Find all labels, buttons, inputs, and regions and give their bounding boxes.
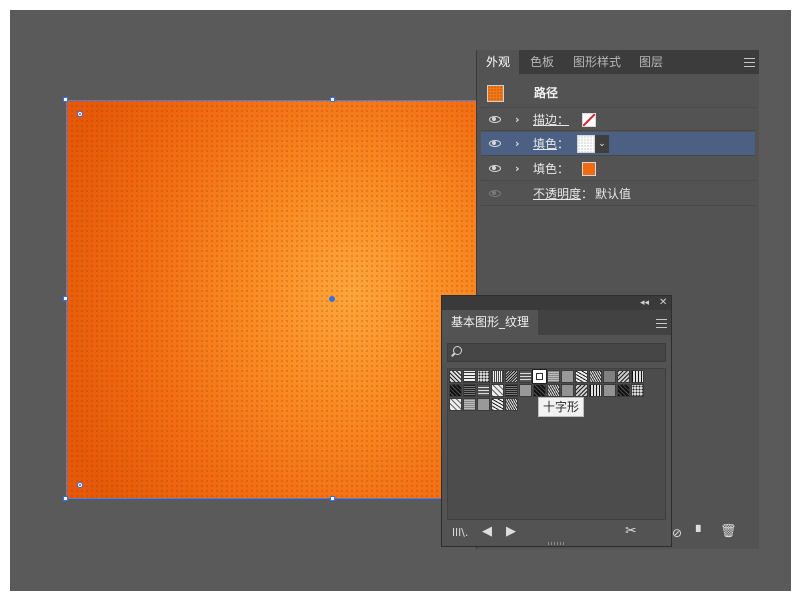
- tab-basic-graphics-textures[interactable]: 基本图形_纹理: [442, 310, 538, 335]
- fill-label-2-colon: ：: [557, 162, 570, 176]
- stroke-label-text[interactable]: 描边: [533, 113, 557, 127]
- pattern-swatch[interactable]: [491, 370, 504, 383]
- pattern-swatch[interactable]: [533, 384, 546, 397]
- pattern-swatch[interactable]: [603, 384, 616, 397]
- pattern-swatch[interactable]: [449, 370, 462, 383]
- stroke-label[interactable]: 描边：: [533, 108, 569, 132]
- chevron-right-icon[interactable]: ›: [515, 138, 520, 150]
- appearance-panel-footer: ⊘ ▘ 🗑: [672, 522, 759, 548]
- fill-label-colon: ：: [557, 137, 570, 151]
- pattern-swatch[interactable]: [519, 370, 532, 383]
- pattern-swatch[interactable]: [589, 370, 602, 383]
- pattern-swatch[interactable]: [617, 370, 630, 383]
- panel-menu-icon[interactable]: [744, 58, 755, 67]
- collapse-icon[interactable]: ◂◂: [640, 296, 649, 310]
- appearance-row-fill-pattern[interactable]: › 填色： ⌄: [481, 132, 755, 156]
- appearance-row-fill-orange[interactable]: › 填色：: [481, 157, 755, 181]
- corner-radius-widget-top[interactable]: [77, 111, 83, 117]
- opacity-label[interactable]: 不透明度：: [533, 182, 593, 206]
- swatch-panel-footer: lll\. ◀ ▶ ✂: [442, 520, 671, 546]
- stroke-none-swatch-icon[interactable]: [582, 113, 596, 127]
- pattern-swatch[interactable]: [589, 384, 602, 397]
- handle-top-center[interactable]: [330, 97, 335, 102]
- pattern-swatch[interactable]: [505, 384, 518, 397]
- visibility-eye-icon[interactable]: [489, 165, 501, 172]
- pattern-swatch[interactable]: [505, 370, 518, 383]
- handle-middle-left[interactable]: [63, 296, 68, 301]
- fill-label[interactable]: 填色：: [533, 132, 569, 156]
- pattern-swatch[interactable]: [477, 370, 490, 383]
- handle-bottom-center[interactable]: [330, 496, 335, 501]
- trash-icon[interactable]: 🗑: [720, 525, 737, 539]
- appearance-row-stroke[interactable]: › 描边：: [481, 107, 755, 131]
- pattern-swatch[interactable]: [505, 398, 518, 411]
- object-type-label: 路径: [534, 86, 559, 100]
- pattern-swatch[interactable]: [491, 398, 504, 411]
- pattern-swatch[interactable]: [491, 384, 504, 397]
- duplicate-item-icon[interactable]: ▘: [696, 525, 705, 539]
- pattern-swatch[interactable]: [603, 370, 616, 383]
- swatch-panel-titlebar[interactable]: ◂◂ ✕: [442, 296, 671, 310]
- handle-bottom-left[interactable]: [63, 496, 68, 501]
- tab-graphic-styles[interactable]: 图形样式: [565, 50, 629, 74]
- orange-dotted-rectangle[interactable]: [66, 100, 476, 499]
- pattern-fill-swatch-icon[interactable]: [577, 135, 595, 153]
- close-icon[interactable]: ✕: [659, 296, 667, 310]
- stroke-label-colon: ：: [557, 113, 570, 127]
- chevron-right-icon[interactable]: ›: [515, 163, 520, 175]
- previous-library-icon[interactable]: ◀: [482, 525, 492, 539]
- pattern-swatch[interactable]: [547, 384, 560, 397]
- opacity-label-colon: ：: [581, 187, 594, 201]
- appearance-row-opacity[interactable]: 不透明度： 默认值: [481, 182, 755, 206]
- pattern-swatch[interactable]: [561, 370, 574, 383]
- pattern-swatch[interactable]: [463, 398, 476, 411]
- panel-menu-icon[interactable]: [656, 319, 667, 328]
- clear-appearance-icon[interactable]: ⊘: [672, 526, 682, 540]
- pattern-swatch-selected[interactable]: [532, 369, 547, 384]
- pattern-swatch[interactable]: [463, 384, 476, 397]
- pattern-swatch[interactable]: [449, 398, 462, 411]
- opacity-label-text[interactable]: 不透明度: [533, 187, 581, 201]
- pattern-swatch[interactable]: [477, 384, 490, 397]
- pattern-swatch[interactable]: [477, 398, 490, 411]
- fill-label-2-text[interactable]: 填色: [533, 162, 557, 176]
- tab-layers[interactable]: 图层: [630, 50, 672, 74]
- pattern-swatch[interactable]: [547, 370, 560, 383]
- visibility-eye-icon[interactable]: [489, 116, 501, 123]
- pattern-swatch[interactable]: [561, 384, 574, 397]
- pattern-swatch[interactable]: [631, 370, 644, 383]
- visibility-eye-icon[interactable]: [489, 140, 501, 147]
- chevron-down-icon[interactable]: ⌄: [595, 135, 609, 153]
- pattern-swatch[interactable]: [519, 384, 532, 397]
- swatch-panel-tabbar: 基本图形_纹理: [442, 310, 671, 335]
- fill-label-2[interactable]: 填色：: [533, 157, 569, 181]
- search-input[interactable]: [447, 343, 666, 362]
- swatch-options-icon[interactable]: ✂: [625, 524, 637, 538]
- pattern-swatch[interactable]: [575, 370, 588, 383]
- visibility-eye-icon[interactable]: [489, 190, 501, 197]
- swatch-tooltip: 十字形: [538, 397, 584, 417]
- appearance-tabbar: 外观 色板 图形样式 图层: [477, 50, 759, 74]
- pattern-swatch[interactable]: [449, 384, 462, 397]
- pattern-swatch[interactable]: [575, 384, 588, 397]
- swatch-grid: [447, 368, 666, 520]
- pattern-swatch[interactable]: [631, 384, 644, 397]
- path-thumbnail: [487, 85, 504, 102]
- opacity-value: 默认值: [595, 187, 632, 201]
- tab-swatches[interactable]: 色板: [520, 50, 564, 74]
- center-point: [329, 296, 335, 302]
- search-icon: [453, 346, 462, 355]
- chevron-right-icon[interactable]: ›: [515, 114, 520, 126]
- library-menu-icon[interactable]: lll\.: [452, 526, 468, 540]
- next-library-icon[interactable]: ▶: [506, 525, 516, 539]
- fill-label-text[interactable]: 填色: [533, 137, 557, 151]
- corner-radius-widget-bottom[interactable]: [77, 482, 83, 488]
- swatch-library-panel: ◂◂ ✕ 基本图形_纹理 lll\. ◀ ▶ ✂: [441, 295, 672, 547]
- tab-appearance[interactable]: 外观: [477, 50, 519, 74]
- pattern-swatch[interactable]: [463, 370, 476, 383]
- handle-top-left[interactable]: [63, 97, 68, 102]
- orange-fill-swatch-icon[interactable]: [582, 162, 596, 176]
- pattern-swatch[interactable]: [617, 384, 630, 397]
